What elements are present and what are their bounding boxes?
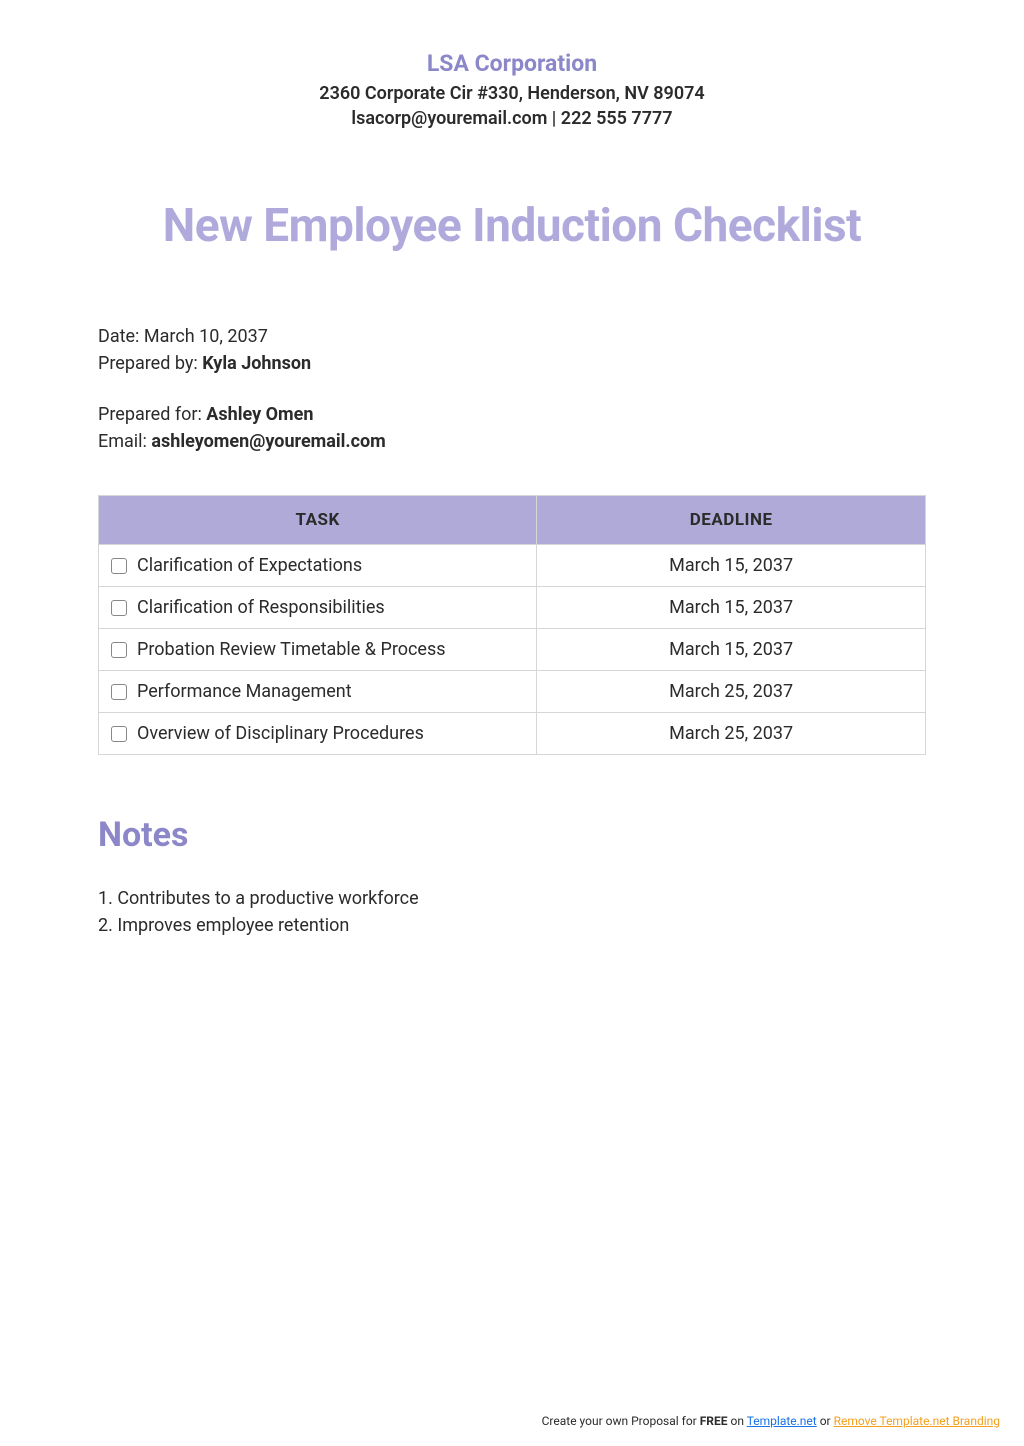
date-value: March 10, 2037	[144, 326, 268, 347]
task-label: Overview of Disciplinary Procedures	[137, 723, 424, 744]
notes-heading: Notes	[98, 815, 926, 855]
meta-block-1: Date: March 10, 2037 Prepared by: Kyla J…	[98, 323, 926, 377]
note-item: 1. Contributes to a productive workforce	[98, 885, 926, 912]
checkbox-icon[interactable]	[111, 642, 127, 658]
task-label: Clarification of Responsibilities	[137, 597, 385, 618]
table-row: Probation Review Timetable & Process Mar…	[99, 629, 926, 671]
footer-on: on	[728, 1414, 747, 1428]
task-label: Probation Review Timetable & Process	[137, 639, 446, 660]
company-name: LSA Corporation	[98, 50, 926, 77]
email-value: ashleyomen@youremail.com	[151, 431, 385, 452]
task-label: Performance Management	[137, 681, 352, 702]
footer-link-remove-branding[interactable]: Remove Template.net Branding	[834, 1414, 1000, 1428]
prepared-for-value: Ashley Omen	[206, 404, 313, 425]
note-item: 2. Improves employee retention	[98, 912, 926, 939]
footer-link-template[interactable]: Template.net	[747, 1414, 817, 1428]
task-label: Clarification of Expectations	[137, 555, 362, 576]
checklist-table: TASK DEADLINE Clarification of Expectati…	[98, 495, 926, 755]
email-row: Email: ashleyomen@youremail.com	[98, 428, 926, 455]
task-header: TASK	[99, 496, 537, 545]
checkbox-icon[interactable]	[111, 558, 127, 574]
company-address: 2360 Corporate Cir #330, Henderson, NV 8…	[98, 83, 926, 104]
table-row: Overview of Disciplinary Procedures Marc…	[99, 713, 926, 755]
deadline-header: DEADLINE	[537, 496, 926, 545]
meta-block-2: Prepared for: Ashley Omen Email: ashleyo…	[98, 401, 926, 455]
date-row: Date: March 10, 2037	[98, 323, 926, 350]
checkbox-icon[interactable]	[111, 600, 127, 616]
table-row: Clarification of Expectations March 15, …	[99, 545, 926, 587]
checkbox-icon[interactable]	[111, 684, 127, 700]
footer-prefix: Create your own Proposal for	[542, 1414, 700, 1428]
company-contact: lsacorp@youremail.com | 222 555 7777	[98, 108, 926, 129]
deadline-value: March 25, 2037	[537, 713, 926, 755]
document-title: New Employee Induction Checklist	[98, 199, 926, 253]
footer-free: FREE	[700, 1414, 728, 1428]
checkbox-icon[interactable]	[111, 726, 127, 742]
footer-or: or	[817, 1414, 834, 1428]
footer: Create your own Proposal for FREE on Tem…	[542, 1414, 1000, 1428]
table-row: Performance Management March 25, 2037	[99, 671, 926, 713]
date-label: Date:	[98, 326, 144, 347]
prepared-by-row: Prepared by: Kyla Johnson	[98, 350, 926, 377]
notes-list: 1. Contributes to a productive workforce…	[98, 885, 926, 939]
deadline-value: March 15, 2037	[537, 545, 926, 587]
prepared-for-label: Prepared for:	[98, 404, 206, 425]
prepared-for-row: Prepared for: Ashley Omen	[98, 401, 926, 428]
prepared-by-value: Kyla Johnson	[202, 353, 311, 374]
deadline-value: March 25, 2037	[537, 671, 926, 713]
deadline-value: March 15, 2037	[537, 587, 926, 629]
table-row: Clarification of Responsibilities March …	[99, 587, 926, 629]
email-label: Email:	[98, 431, 151, 452]
deadline-value: March 15, 2037	[537, 629, 926, 671]
prepared-by-label: Prepared by:	[98, 353, 202, 374]
